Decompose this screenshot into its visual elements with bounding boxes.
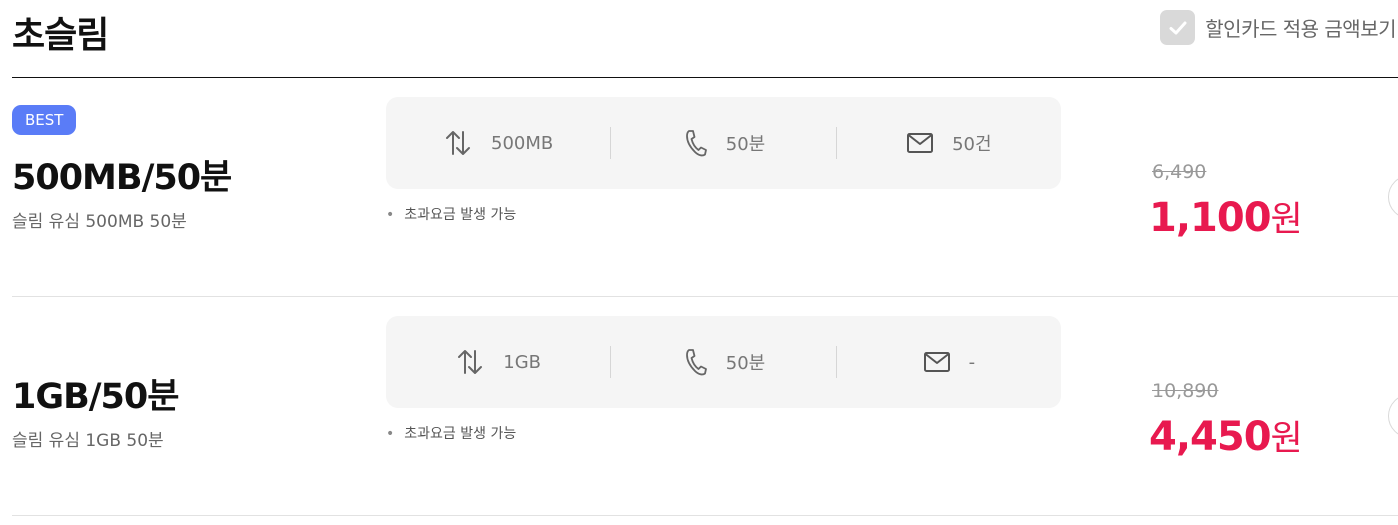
spec-data: 500MB (386, 127, 610, 159)
envelope-icon (906, 132, 934, 154)
bullet: • (386, 426, 395, 442)
sale-price-amount: 1,100 (1149, 195, 1272, 241)
plan-description: 슬림 유심 500MB 50분 (12, 212, 187, 232)
spec-sms-value: 50건 (952, 134, 992, 155)
plan-name: 1GB/50분 (12, 377, 179, 417)
section-header: 초슬림 할인카드 적용 금액보기 (12, 0, 1398, 78)
envelope-icon (923, 351, 951, 373)
page-title: 초슬림 (12, 15, 109, 56)
overage-note-text: 초과요금 발생 가능 (404, 426, 517, 442)
spec-data-value: 1GB (503, 351, 542, 373)
original-price: 10,890 (1152, 380, 1219, 402)
sale-price-amount: 4,450 (1149, 414, 1272, 460)
spec-voice: 50분 (610, 127, 835, 159)
best-badge: BEST (12, 105, 77, 135)
spec-voice-value: 50분 (725, 353, 766, 374)
plan-row[interactable]: 1GB/50분 슬림 유심 1GB 50분 1GB 50분 - • 초과요금 발… (12, 298, 1398, 516)
plan-row[interactable]: BEST 500MB/50분 슬림 유심 500MB 50분 500MB 50분 (12, 79, 1398, 297)
plan-select-button[interactable] (1388, 175, 1398, 219)
spec-voice: 50분 (610, 346, 835, 378)
sale-price: 4,450원 (1149, 410, 1303, 461)
plan-specs: 500MB 50분 50건 (386, 97, 1061, 189)
discount-checkbox[interactable] (1160, 10, 1196, 45)
plan-description: 슬림 유심 1GB 50분 (12, 431, 164, 451)
discount-toggle-label: 할인카드 적용 금액보기 (1205, 17, 1396, 41)
phone-icon (682, 128, 708, 158)
bullet: • (386, 207, 395, 223)
spec-data: 1GB (386, 346, 610, 378)
discount-card-toggle[interactable]: 할인카드 적용 금액보기 (1160, 10, 1396, 45)
arrows-up-down-icon (443, 128, 473, 158)
plan-list-page: 초슬림 할인카드 적용 금액보기 BEST 500MB/50분 슬림 유심 50… (0, 0, 1398, 525)
plan-name: 500MB/50분 (12, 158, 232, 198)
spec-sms: - (835, 346, 1061, 378)
overage-note: • 초과요금 발생 가능 (386, 204, 516, 224)
spec-sms: 50건 (835, 127, 1061, 159)
phone-icon (682, 347, 708, 377)
overage-note-text: 초과요금 발생 가능 (404, 207, 517, 223)
check-icon (1169, 21, 1187, 34)
arrows-up-down-icon (455, 347, 485, 377)
original-price: 6,490 (1152, 161, 1207, 183)
sale-price: 1,100원 (1149, 191, 1303, 242)
currency-unit: 원 (1270, 200, 1303, 240)
spec-data-value: 500MB (491, 132, 554, 154)
plan-select-button[interactable] (1388, 394, 1398, 438)
spec-voice-value: 50분 (725, 134, 766, 155)
overage-note: • 초과요금 발생 가능 (386, 423, 516, 443)
spec-sms-value: - (968, 351, 976, 373)
currency-unit: 원 (1270, 419, 1303, 459)
plan-specs: 1GB 50분 - (386, 316, 1061, 408)
